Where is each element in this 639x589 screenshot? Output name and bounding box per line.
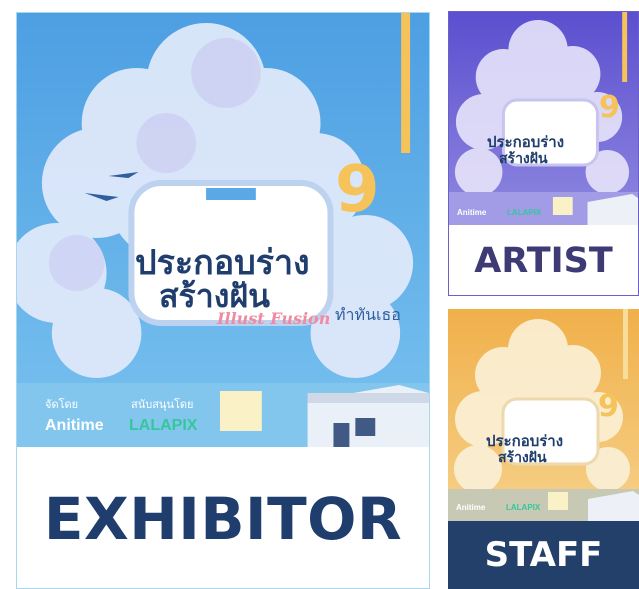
organizer-logo: Anitime (457, 208, 487, 217)
poster-edition-number: 9 (598, 389, 619, 424)
sponsor-logo: LALAPIX (129, 417, 198, 434)
poster-title-line2: สร้างฝัน (499, 151, 548, 167)
artist-badge-card: ประกอบร่าง สร้างฝัน 9 Anitime LALAPIX AR… (448, 11, 639, 296)
poster-edition-number: 9 (335, 153, 380, 227)
organizer-label: จัดโดย (45, 398, 79, 411)
role-label: ARTIST (449, 225, 638, 295)
sponsor-logo: LALAPIX (507, 208, 542, 217)
exhibitor-badge-card: ประกอบร่าง สร้างฝัน 9 Illust Fusion ทำทั… (16, 12, 430, 589)
sponsor-label: สนับสนุนโดย (131, 398, 194, 411)
poster-subtitle: Illust Fusion (217, 309, 331, 328)
role-label: EXHIBITOR (17, 447, 429, 588)
role-label: STAFF (448, 521, 639, 589)
staff-badge-card: ประกอบร่าง สร้างฝัน 9 Anitime LALAPIX ST… (448, 309, 639, 589)
poster-artwork (17, 13, 429, 447)
sponsor-logo: LALAPIX (506, 503, 541, 512)
poster-tagline: ทำทันเธอ (335, 305, 401, 324)
poster-edition-number: 9 (599, 90, 620, 125)
organizer-logo: Anitime (456, 503, 486, 512)
organizer-logo: Anitime (45, 417, 104, 434)
poster-title-line2: สร้างฝัน (498, 450, 547, 466)
